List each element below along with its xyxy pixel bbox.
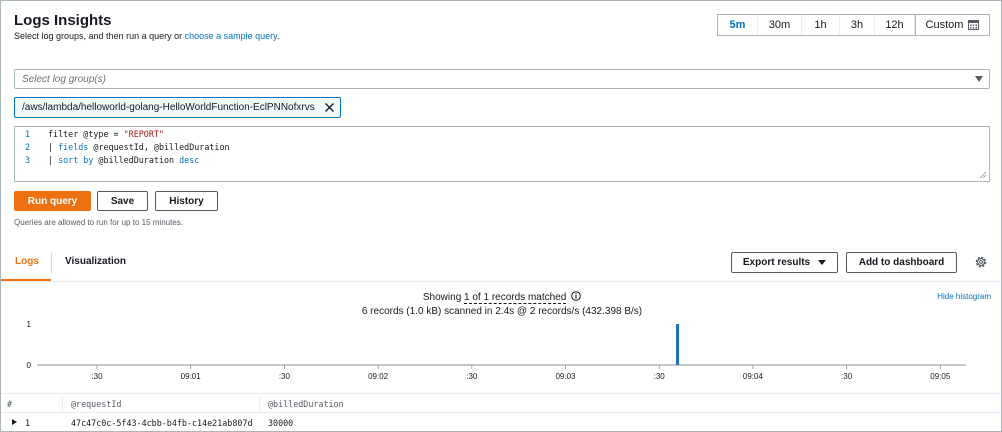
column-header-index: # [7, 399, 13, 409]
time-range-12h[interactable]: 12h [875, 15, 915, 35]
hide-histogram-link[interactable]: Hide histogram [937, 292, 991, 301]
subtitle-suffix: . [277, 31, 280, 41]
y-tick-label: 0 [27, 361, 32, 370]
records-matched-text[interactable]: 1 of 1 records matched [464, 292, 567, 304]
time-range-3h[interactable]: 3h [840, 15, 875, 35]
editor-gutter: 1 2 3 [15, 127, 41, 181]
histogram-bar [676, 324, 680, 365]
tab-logs[interactable]: Logs [15, 256, 39, 267]
time-range-selector: 5m 30m 1h 3h 12h Custom [717, 14, 990, 36]
time-range-30m[interactable]: 30m [758, 15, 802, 35]
row-index: 1 [25, 418, 31, 428]
save-button[interactable]: Save [97, 191, 148, 211]
query-time-limit-note: Queries are allowed to run for up to 15 … [14, 218, 183, 227]
code-token: | [48, 142, 59, 152]
caret-down-icon [975, 76, 983, 82]
info-icon[interactable] [571, 291, 581, 301]
time-range-5m[interactable]: 5m [718, 15, 758, 35]
x-tick-label: :30 [91, 372, 103, 381]
row-request-id: 47c47c0c-5f43-4cbb-b4fb-c14e21ab807d [71, 418, 253, 428]
histogram-chart: 1 0 :30 09:01 :30 09:02 :30 09:03 :30 09:04 :30 09:… [27, 320, 966, 381]
sample-query-link[interactable]: choose a sample query [185, 31, 277, 41]
add-to-dashboard-button[interactable]: Add to dashboard [846, 252, 957, 273]
table-row[interactable]: 1 47c47c0c-5f43-4cbb-b4fb-c14e21ab807d 3… [1, 414, 1001, 431]
run-query-button[interactable]: Run query [14, 191, 91, 211]
code-token: | [48, 155, 59, 165]
expand-row-icon[interactable] [12, 419, 17, 425]
close-icon[interactable] [324, 102, 335, 113]
x-tick-label: 09:05 [930, 372, 951, 381]
x-tick-label: 09:01 [181, 372, 202, 381]
code-token: @billedDuration [93, 155, 180, 165]
subtitle-text: Select log groups, and then run a query … [14, 31, 185, 41]
export-results-button[interactable]: Export results [731, 252, 838, 273]
y-tick-label: 1 [27, 320, 32, 329]
tab-visualization[interactable]: Visualization [65, 256, 126, 267]
records-matched-status: Showing 1 of 1 records matched [1, 291, 1001, 304]
resize-handle-icon[interactable] [979, 171, 987, 179]
code-line-2: | fields @requestId, @billedDuration [48, 142, 230, 152]
tab-divider [51, 253, 52, 273]
calendar-icon [968, 20, 980, 30]
x-tick-label: 09:03 [555, 372, 576, 381]
x-tick-label: :30 [841, 372, 853, 381]
line-number: 3 [25, 155, 31, 165]
code-line-1: filter @type = "REPORT" [48, 129, 164, 139]
code-token: "REPORT" [123, 129, 164, 139]
export-results-label: Export results [742, 257, 811, 268]
selected-log-group-name: /aws/lambda/helloworld-golang-HelloWorld… [22, 102, 315, 113]
line-number: 2 [25, 142, 31, 152]
code-token: fields [58, 142, 89, 152]
logs-insights-panel: Logs Insights Select log groups, and the… [0, 0, 1002, 432]
x-tick-label: :30 [279, 372, 291, 381]
x-tick-label: :30 [654, 372, 666, 381]
tabs-divider [1, 281, 1001, 282]
results-table-header: # @requestId @billedDuration [1, 393, 1001, 413]
page-title: Logs Insights [14, 12, 112, 29]
x-tick-label: 09:02 [368, 372, 389, 381]
caret-down-icon [818, 260, 827, 265]
column-header-billedduration[interactable]: @billedDuration [268, 399, 344, 409]
column-header-requestid[interactable]: @requestId [71, 399, 121, 409]
log-group-select[interactable]: Select log group(s) [14, 69, 990, 89]
history-button[interactable]: History [155, 191, 218, 211]
column-divider [259, 396, 260, 412]
page-subtitle: Select log groups, and then run a query … [14, 31, 280, 41]
time-range-1h[interactable]: 1h [802, 15, 840, 35]
code-token: filter @type = [48, 129, 124, 139]
code-token: desc [179, 155, 200, 165]
query-editor[interactable]: 1 2 3 filter @type = "REPORT" | fields @… [14, 126, 990, 182]
selected-log-group-token: /aws/lambda/helloworld-golang-HelloWorld… [14, 97, 341, 118]
custom-label: Custom [925, 19, 964, 31]
time-range-custom[interactable]: Custom [915, 15, 989, 35]
showing-prefix: Showing [422, 292, 465, 303]
log-group-placeholder: Select log group(s) [22, 74, 106, 85]
line-number: 1 [25, 129, 31, 139]
code-token: sort by [58, 155, 94, 165]
code-line-3: | sort by @billedDuration desc [48, 155, 199, 165]
x-tick-label: :30 [466, 372, 478, 381]
column-divider [62, 396, 63, 412]
code-token: @requestId, @billedDuration [88, 142, 230, 152]
x-tick-label: 09:04 [743, 372, 764, 381]
gear-icon[interactable] [974, 255, 988, 269]
row-billed-duration: 30000 [268, 418, 294, 428]
